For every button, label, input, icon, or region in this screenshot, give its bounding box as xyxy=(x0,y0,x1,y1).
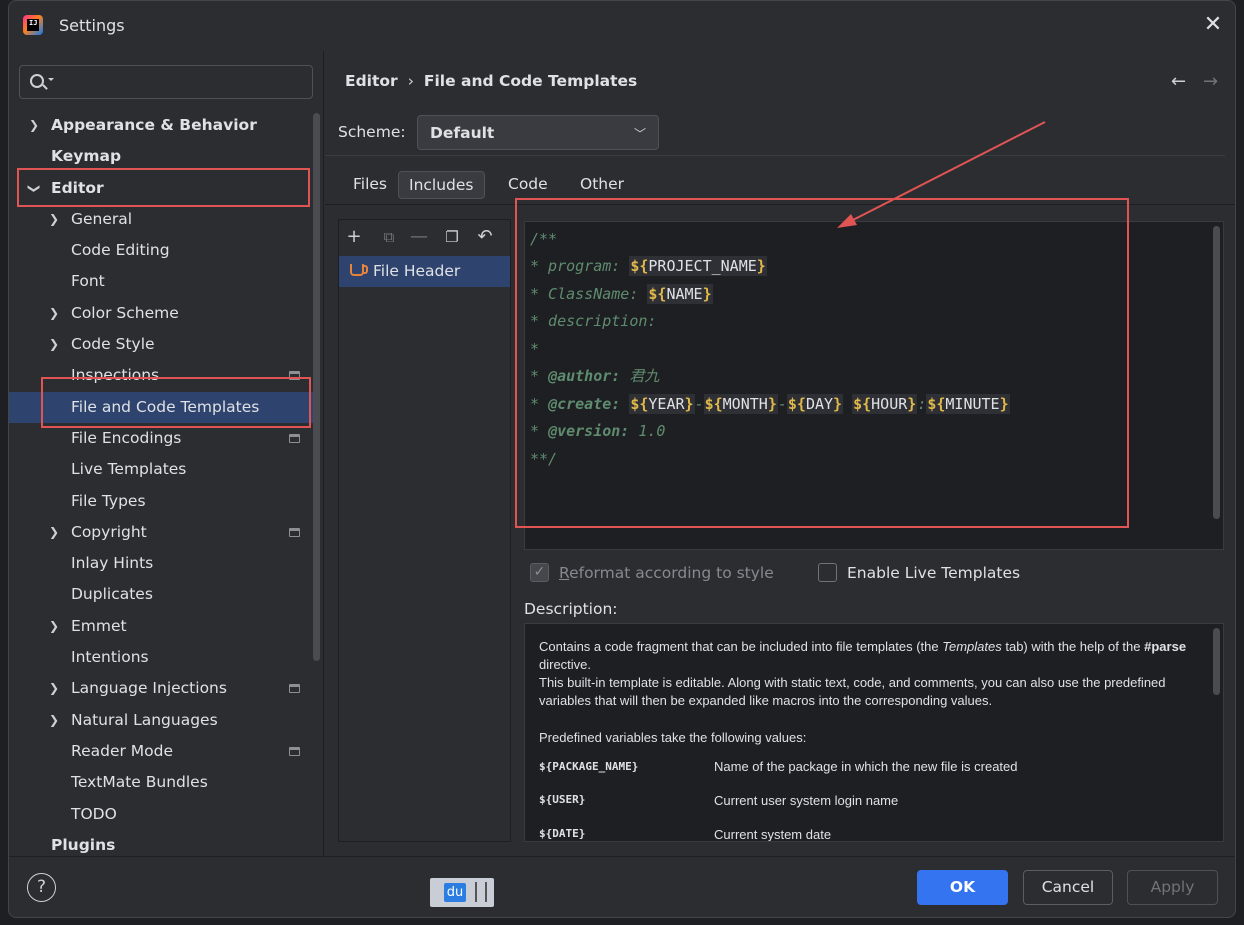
input-method-badge[interactable]: du xyxy=(430,878,494,907)
help-icon[interactable]: ? xyxy=(27,873,56,902)
apply-button[interactable]: Apply xyxy=(1127,870,1218,905)
settings-dialog: IJ Settings ✕ ❯ Appearance & Behavior Ke… xyxy=(8,0,1236,918)
badge-label: du xyxy=(444,883,466,902)
annotation-arrow xyxy=(837,121,1046,228)
keyboard-icon xyxy=(475,882,487,902)
ok-button[interactable]: OK xyxy=(917,870,1008,905)
dialog-footer: ? du OK Cancel Apply xyxy=(9,856,1235,917)
cancel-button[interactable]: Cancel xyxy=(1023,870,1113,905)
